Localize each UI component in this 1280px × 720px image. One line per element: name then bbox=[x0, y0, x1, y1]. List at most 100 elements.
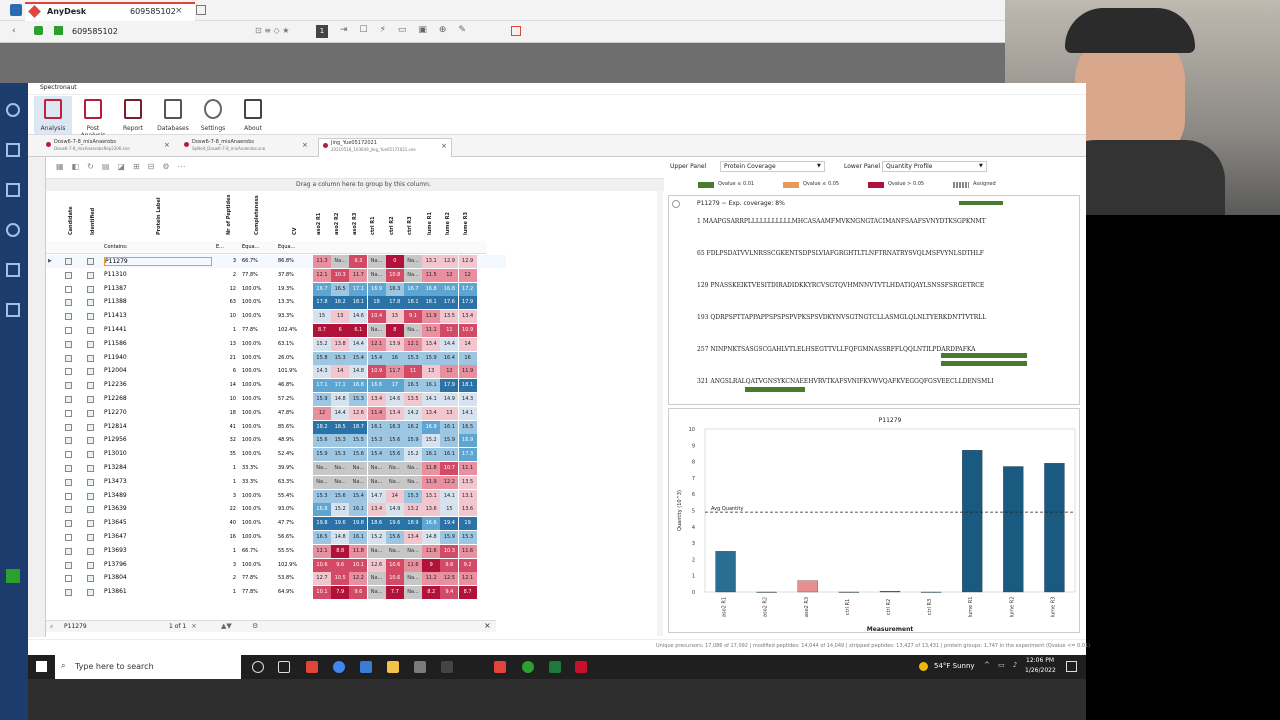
heatmap-cell[interactable]: 19.8 bbox=[313, 517, 331, 531]
heatmap-cell[interactable]: 16.1 bbox=[349, 503, 368, 517]
windows-start-icon[interactable] bbox=[36, 661, 47, 672]
heatmap-cell[interactable]: 15.6 bbox=[349, 448, 368, 462]
heatmap-cell[interactable]: Na... bbox=[313, 462, 331, 475]
candidate-checkbox[interactable] bbox=[65, 285, 72, 293]
column-header[interactable]: Identified bbox=[90, 208, 96, 235]
heatmap-cell[interactable]: 16.8 bbox=[349, 379, 368, 393]
identified-checkbox[interactable] bbox=[87, 409, 94, 417]
heatmap-cell[interactable]: 15.6 bbox=[313, 434, 331, 448]
protein-label[interactable]: P13489 bbox=[104, 492, 127, 499]
app-icon-4[interactable] bbox=[522, 661, 534, 673]
heatmap-cell[interactable]: 11.6 bbox=[404, 558, 422, 572]
heatmap-cell[interactable]: 13.2 bbox=[404, 503, 422, 517]
heatmap-cell[interactable]: 13.4 bbox=[404, 531, 422, 544]
heatmap-cell[interactable]: 16.3 bbox=[385, 420, 404, 434]
heatmap-cell[interactable]: 9.3 bbox=[349, 255, 368, 268]
column-header[interactable]: Candidate bbox=[68, 206, 74, 235]
heatmap-cell[interactable]: 15.9 bbox=[313, 393, 331, 406]
protein-label[interactable]: P13284 bbox=[104, 464, 127, 471]
column-header[interactable]: CV bbox=[292, 227, 298, 235]
system-tray-icons[interactable]: ^ ▭ ♪ bbox=[984, 661, 1020, 669]
identified-checkbox[interactable] bbox=[87, 506, 94, 514]
heatmap-cell[interactable]: Na... bbox=[404, 268, 422, 282]
table-row[interactable]: P11388 63 100.0% 13.3% 17.8 18.2 18.1 18 17.8 18.… bbox=[46, 296, 506, 310]
heatmap-cell[interactable]: 16.6 bbox=[367, 379, 386, 393]
heatmap-cell[interactable]: 18 bbox=[367, 296, 386, 310]
doc-tab[interactable]: Jing_Yue05172021 20210518_103649_Jing_Yue… bbox=[318, 138, 452, 157]
heatmap-cell[interactable]: 17.9 bbox=[440, 379, 459, 393]
analysis-button[interactable]: Analysis bbox=[34, 96, 72, 134]
protein-label[interactable]: P13639 bbox=[104, 505, 127, 512]
heatmap-cell[interactable]: 19 bbox=[458, 517, 477, 531]
heatmap-cell[interactable]: 14.7 bbox=[367, 489, 386, 503]
terminal-icon[interactable] bbox=[441, 661, 453, 673]
column-header[interactable]: ctrl R1 bbox=[370, 216, 376, 235]
excel-taskbar-icon[interactable] bbox=[549, 661, 561, 673]
candidate-checkbox[interactable] bbox=[65, 382, 72, 390]
upper-panel-select[interactable]: Protein Coverage ▼ bbox=[720, 161, 825, 172]
heatmap-cell[interactable]: 15.9 bbox=[313, 448, 331, 462]
heatmap-cell[interactable]: Na... bbox=[404, 255, 422, 268]
heatmap-cell[interactable]: 15.2 bbox=[313, 337, 331, 351]
lower-panel-select[interactable]: Quantity Profile ▼ bbox=[882, 161, 987, 172]
heatmap-cell[interactable]: 9.1 bbox=[404, 310, 422, 324]
heatmap-cell[interactable]: 13.1 bbox=[422, 489, 441, 503]
heatmap-cell[interactable]: 18.5 bbox=[331, 420, 350, 434]
protein-label[interactable]: P12004 bbox=[104, 367, 127, 374]
heatmap-cell[interactable]: 14.8 bbox=[349, 365, 368, 379]
column-header[interactable]: Completeness bbox=[254, 195, 260, 235]
heatmap-cell[interactable]: Na... bbox=[367, 268, 386, 282]
heatmap-cell[interactable]: 15.3 bbox=[349, 393, 368, 406]
protein-label[interactable]: P13647 bbox=[104, 533, 127, 540]
identified-checkbox[interactable] bbox=[87, 575, 94, 583]
heatmap-cell[interactable]: Na... bbox=[367, 544, 386, 558]
heatmap-cell[interactable]: 14.9 bbox=[385, 503, 404, 517]
identified-checkbox[interactable] bbox=[87, 285, 94, 293]
protein-label[interactable]: P11388 bbox=[104, 298, 127, 305]
heatmap-cell[interactable]: 15.6 bbox=[385, 531, 404, 544]
table-row[interactable]: P11387 12 100.0% 19.3% 16.7 16.5 17.1 16.9 16.3 1… bbox=[46, 282, 506, 296]
heatmap-cell[interactable]: 16.1 bbox=[422, 448, 441, 462]
protein-label[interactable]: P11441 bbox=[104, 326, 127, 333]
candidate-checkbox[interactable] bbox=[65, 547, 72, 555]
heatmap-cell[interactable]: 13.6 bbox=[458, 503, 477, 517]
heatmap-cell[interactable]: 14.4 bbox=[331, 406, 350, 420]
heatmap-cell[interactable]: Na... bbox=[349, 462, 368, 475]
protein-label[interactable]: P13693 bbox=[104, 547, 127, 554]
session-badge[interactable]: 1 bbox=[316, 25, 328, 38]
heatmap-cell[interactable]: 14.8 bbox=[331, 393, 350, 406]
heatmap-cell[interactable]: 16.6 bbox=[422, 517, 441, 531]
heatmap-cell[interactable]: 18.1 bbox=[404, 296, 422, 310]
heatmap-cell[interactable]: Na... bbox=[367, 255, 386, 268]
app-icon-2[interactable] bbox=[360, 661, 372, 673]
heatmap-cell[interactable]: 16.9 bbox=[458, 434, 477, 448]
heatmap-cell[interactable]: 18.1 bbox=[349, 296, 368, 310]
heatmap-cell[interactable]: 16.1 bbox=[349, 531, 368, 544]
heatmap-cell[interactable]: 13.6 bbox=[422, 503, 441, 517]
heatmap-cell[interactable]: 15.2 bbox=[367, 531, 386, 544]
heatmap-cell[interactable]: 15.6 bbox=[385, 448, 404, 462]
heatmap-cell[interactable]: 9.4 bbox=[440, 586, 459, 600]
heatmap-cell[interactable]: 16.4 bbox=[440, 351, 459, 365]
identified-checkbox[interactable] bbox=[87, 589, 94, 597]
notifications-icon[interactable] bbox=[1066, 661, 1077, 672]
taskbar-search-box[interactable]: ⌕ Type here to search bbox=[55, 655, 241, 679]
footer-settings-icon[interactable]: ⚙ bbox=[252, 622, 258, 630]
close-search-icon[interactable]: × bbox=[484, 621, 491, 630]
heatmap-cell[interactable]: 18.2 bbox=[313, 420, 331, 434]
candidate-checkbox[interactable] bbox=[65, 396, 72, 403]
heatmap-cell[interactable]: 18.9 bbox=[404, 517, 422, 531]
table-row[interactable]: P12236 14 100.0% 46.8% 17.1 17.1 16.8 16.6 17 16.… bbox=[46, 379, 506, 393]
heatmap-cell[interactable]: Na... bbox=[385, 475, 404, 489]
candidate-checkbox[interactable] bbox=[65, 368, 72, 376]
protein-label[interactable]: P11387 bbox=[104, 285, 127, 292]
identified-checkbox[interactable] bbox=[87, 340, 94, 348]
heatmap-cell[interactable]: 12 bbox=[313, 406, 331, 420]
table-row[interactable]: P11413 10 100.0% 93.3% 15 13 14.6 10.4 13 9.1 11.9… bbox=[46, 310, 506, 324]
table-row[interactable]: P13489 3 100.0% 55.4% 15.3 15.6 15.4 14.7 14 15.3… bbox=[46, 489, 506, 503]
heatmap-cell[interactable]: 15.9 bbox=[422, 351, 441, 365]
heatmap-cell[interactable]: 15.3 bbox=[331, 434, 350, 448]
heatmap-cell[interactable]: 17 bbox=[385, 379, 404, 393]
heatmap-cell[interactable]: 17.1 bbox=[349, 282, 368, 296]
heatmap-cell[interactable]: 15 bbox=[313, 310, 331, 324]
